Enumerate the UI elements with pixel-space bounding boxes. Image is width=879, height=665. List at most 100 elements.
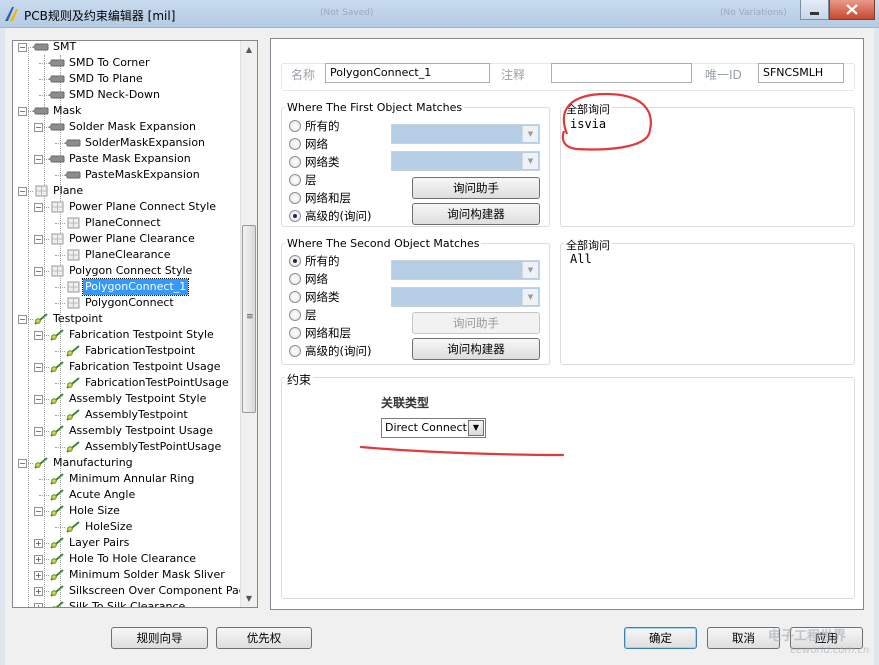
watermark-url: eeworld.com.cn	[790, 645, 870, 656]
mask-icon	[65, 171, 81, 179]
plane-icon	[67, 281, 80, 293]
tree-item-label: FabricationTestpoint	[85, 344, 196, 357]
tree-vertical-scrollbar[interactable]: ▲ ≡ ▼	[240, 41, 257, 607]
tree-item-label: SMD To Plane	[69, 72, 143, 85]
tree-connector	[39, 63, 49, 64]
collapse-icon[interactable]: −	[34, 363, 43, 372]
expand-icon[interactable]: +	[34, 603, 43, 607]
tree-guide-line	[28, 47, 29, 607]
ghost-title-text: (Not Saved)	[320, 8, 374, 18]
tree-connector	[55, 383, 65, 384]
scroll-up-arrow-icon[interactable]: ▲	[241, 41, 257, 58]
expand-icon[interactable]: +	[34, 555, 43, 564]
tree-guide-line	[44, 55, 45, 607]
minimize-icon	[810, 12, 819, 15]
tree-item-label: SMT	[53, 40, 77, 53]
scroll-down-arrow-icon[interactable]: ▼	[241, 590, 257, 607]
ok-button[interactable]: 确定	[624, 627, 697, 649]
tree-connector	[55, 447, 65, 448]
collapse-icon[interactable]: −	[18, 459, 27, 468]
tree-item-label: Manufacturing	[53, 456, 133, 469]
tree-connector	[39, 495, 49, 496]
rule-wizard-button[interactable]: 规则向导	[111, 627, 208, 649]
collapse-icon[interactable]: −	[34, 507, 43, 516]
collapse-icon[interactable]: −	[18, 43, 27, 52]
tree-item-label: PlaneClearance	[85, 248, 171, 261]
tree-item-label: SolderMaskExpansion	[85, 136, 206, 149]
collapse-icon[interactable]: −	[34, 235, 43, 244]
manufacturing-icon	[50, 537, 64, 549]
plane-icon	[67, 249, 80, 261]
tree-item-label: FabricationTestPointUsage	[85, 376, 229, 389]
testpoint-icon	[50, 425, 64, 437]
collapse-icon[interactable]: −	[34, 267, 43, 276]
expand-icon[interactable]: +	[34, 571, 43, 580]
tree-item-label: AssemblyTestPointUsage	[85, 440, 222, 453]
manufacturing-icon	[50, 473, 64, 485]
altium-app-icon	[5, 7, 18, 21]
smt-icon	[33, 43, 49, 51]
scroll-thumb[interactable]: ≡	[242, 225, 256, 413]
testpoint-icon	[66, 377, 80, 389]
manufacturing-icon	[50, 553, 64, 565]
expand-icon[interactable]: +	[34, 587, 43, 596]
plane-icon	[67, 297, 80, 309]
window-title: PCB规则及约束编辑器 [mil]	[24, 9, 176, 23]
tree-item-label: Fabrication Testpoint Style	[69, 328, 214, 341]
plane-icon	[51, 265, 64, 277]
tree-item-label: Solder Mask Expansion	[69, 120, 197, 133]
expand-icon[interactable]: +	[34, 539, 43, 548]
title-bar: PCB规则及约束编辑器 [mil] (Not Saved) (No Variat…	[0, 0, 879, 28]
tree-connector	[39, 607, 49, 608]
tree-item-label: Power Plane Clearance	[69, 232, 195, 245]
tree-item-label: Fabrication Testpoint Usage	[69, 360, 221, 373]
mask-icon	[33, 107, 49, 115]
tree-item-label: Hole Size	[69, 504, 120, 517]
collapse-icon[interactable]: −	[34, 155, 43, 164]
tree-connector	[55, 527, 65, 528]
collapse-icon[interactable]: −	[18, 315, 27, 324]
testpoint-icon	[50, 393, 64, 405]
tree-item-label: PlaneConnect	[85, 216, 161, 229]
smd-icon	[49, 91, 65, 99]
tree-item-label: Silk To Silk Clearance	[69, 600, 186, 608]
tree-item-label: Minimum Annular Ring	[69, 472, 195, 485]
testpoint-icon	[34, 313, 48, 325]
close-button[interactable]	[829, 0, 875, 20]
tree-connector	[55, 287, 65, 288]
testpoint-icon	[66, 409, 80, 421]
collapse-icon[interactable]: −	[34, 395, 43, 404]
collapse-icon[interactable]: −	[34, 331, 43, 340]
tree-item-label: Layer Pairs	[69, 536, 130, 549]
smd-icon	[49, 75, 65, 83]
plane-icon	[51, 233, 64, 245]
tree-item-label: PolygonConnect_1	[81, 278, 190, 296]
tree-item-label: Testpoint	[53, 312, 103, 325]
ghost-title-text: (No Variations)	[720, 8, 787, 18]
collapse-icon[interactable]: −	[34, 203, 43, 212]
close-icon	[846, 4, 858, 15]
manufacturing-icon	[50, 569, 64, 581]
manufacturing-icon	[50, 585, 64, 597]
collapse-icon[interactable]: −	[18, 107, 27, 116]
plane-icon	[35, 185, 48, 197]
tree-connector	[39, 79, 49, 80]
tree-item-label: HoleSize	[85, 520, 133, 533]
plane-icon	[51, 201, 64, 213]
collapse-icon[interactable]: −	[34, 427, 43, 436]
priority-button[interactable]: 优先权	[216, 627, 312, 649]
manufacturing-icon	[50, 505, 64, 517]
minimize-button[interactable]	[800, 0, 829, 20]
tree-connector	[55, 351, 65, 352]
tree-item-label: SMD To Corner	[69, 56, 150, 69]
tree-connector	[55, 255, 65, 256]
collapse-icon[interactable]: −	[18, 187, 27, 196]
manufacturing-icon	[50, 489, 64, 501]
tree-item-label: Hole To Hole Clearance	[69, 552, 197, 565]
manufacturing-icon	[34, 457, 48, 469]
testpoint-icon	[66, 441, 80, 453]
tree-item-label: AssemblyTestpoint	[85, 408, 188, 421]
mask-icon	[49, 155, 65, 163]
collapse-icon[interactable]: −	[34, 123, 43, 132]
rule-tree[interactable]: − SMT SMD To Corner SMD To Plane SMD Neck-Do…	[12, 40, 258, 608]
